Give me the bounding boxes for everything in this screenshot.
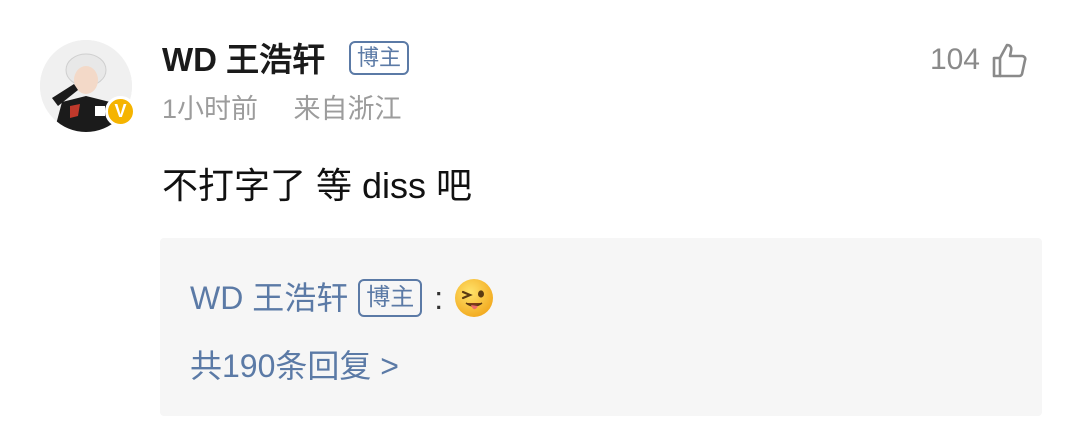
reply-username[interactable]: WD 王浩轩 [190,276,348,320]
reply-blogger-badge: 博主 [358,279,423,317]
like-button[interactable]: 104 [930,38,1028,82]
like-count: 104 [929,43,980,76]
wink-tongue-emoji [455,279,494,317]
comment-username[interactable]: WD 王浩轩 [162,40,325,80]
comment-meta: 1小时前 来自浙江 [162,91,402,127]
view-replies-link[interactable]: 共190条回复 > [190,344,399,388]
reply-colon: : [434,280,444,316]
comment-location: 来自浙江 [293,94,402,124]
blogger-badge: 博主 [349,41,410,75]
reply-line: WD 王浩轩 博主 : [190,276,495,320]
comment-text: 不打字了 等 diss 吧 [162,165,473,206]
thumbs-up-icon[interactable] [990,41,1028,79]
comment-time: 1小时前 [162,94,259,124]
username-text[interactable]: WD 王浩轩 [162,41,325,78]
reply-preview[interactable]: WD 王浩轩 博主 : 共190条回复 > [160,238,1042,416]
verified-v-icon: V [105,96,136,127]
comment-card: V WD 王浩轩 博主 1小时前 来自浙江 104 不打字了 等 diss 吧 … [0,0,1080,433]
